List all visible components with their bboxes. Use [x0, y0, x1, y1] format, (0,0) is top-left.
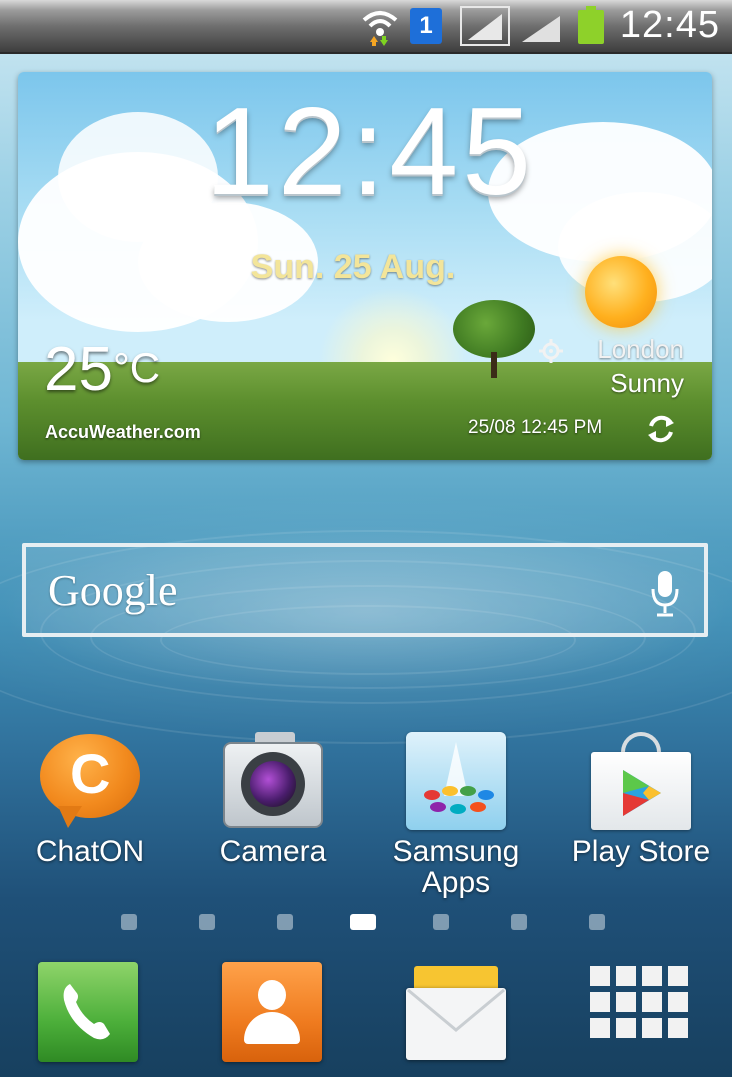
dock-contacts[interactable] — [222, 962, 326, 1066]
app-camera[interactable]: Camera — [193, 732, 353, 867]
tree-icon — [453, 300, 535, 358]
page-dot[interactable] — [121, 914, 137, 930]
page-dot[interactable] — [589, 914, 605, 930]
google-search-bar[interactable]: Google — [22, 543, 708, 637]
weather-condition: Sunny — [610, 368, 684, 398]
weather-city: London — [597, 334, 684, 364]
app-label: Camera — [219, 835, 327, 868]
refresh-icon[interactable] — [644, 412, 678, 446]
app-chaton[interactable]: C ChatON — [10, 732, 170, 867]
google-logo: Google — [48, 566, 178, 615]
dock-messages[interactable] — [406, 962, 510, 1066]
battery-icon — [578, 6, 604, 44]
page-dot[interactable] — [199, 914, 215, 930]
widget-date: Sun. 25 Aug. — [250, 248, 456, 286]
temperature-value: 25 — [44, 335, 113, 404]
signal-icon — [522, 16, 560, 42]
status-bar[interactable]: 1 12:45 — [0, 0, 732, 54]
app-label: Samsung Apps — [392, 835, 520, 899]
app-label: Play Store — [571, 835, 711, 868]
sunny-icon — [585, 256, 657, 328]
microphone-icon[interactable] — [650, 569, 680, 617]
status-time: 12:45 — [619, 4, 720, 46]
page-indicator[interactable] — [0, 914, 732, 934]
page-dot[interactable] — [277, 914, 293, 930]
wifi-icon — [362, 11, 398, 46]
apps-grid-icon — [590, 966, 690, 1066]
weather-widget[interactable]: 12:45 Sun. 25 Aug. 25°C AccuWeather.com … — [18, 72, 712, 460]
play-store-icon — [589, 732, 693, 832]
page-dot[interactable] — [433, 914, 449, 930]
app-label: ChatON — [35, 835, 145, 868]
dock-phone[interactable] — [38, 962, 142, 1066]
signal-icon — [460, 6, 510, 46]
widget-clock[interactable]: 12:45 — [140, 82, 600, 222]
camera-icon — [221, 732, 325, 832]
contacts-icon — [222, 962, 322, 1062]
app-play-store[interactable]: Play Store — [561, 732, 721, 867]
sim-badge: 1 — [419, 12, 433, 39]
app-samsung-apps[interactable]: Samsung Apps — [376, 732, 536, 898]
weather-updated-time: 25/08 12:45 PM — [468, 417, 603, 438]
temperature: 25°C — [44, 334, 160, 405]
chaton-icon: C — [38, 732, 142, 832]
location-icon — [539, 339, 563, 363]
page-dot-active[interactable] — [350, 914, 376, 930]
provider-link[interactable]: AccuWeather.com — [45, 422, 201, 443]
messages-icon — [406, 966, 506, 1060]
sim-icon: 1 — [410, 8, 442, 44]
samsung-apps-icon — [404, 732, 508, 832]
temperature-unit: °C — [112, 344, 161, 391]
phone-icon — [38, 962, 138, 1062]
dock-apps[interactable] — [590, 962, 694, 1066]
page-dot[interactable] — [511, 914, 527, 930]
